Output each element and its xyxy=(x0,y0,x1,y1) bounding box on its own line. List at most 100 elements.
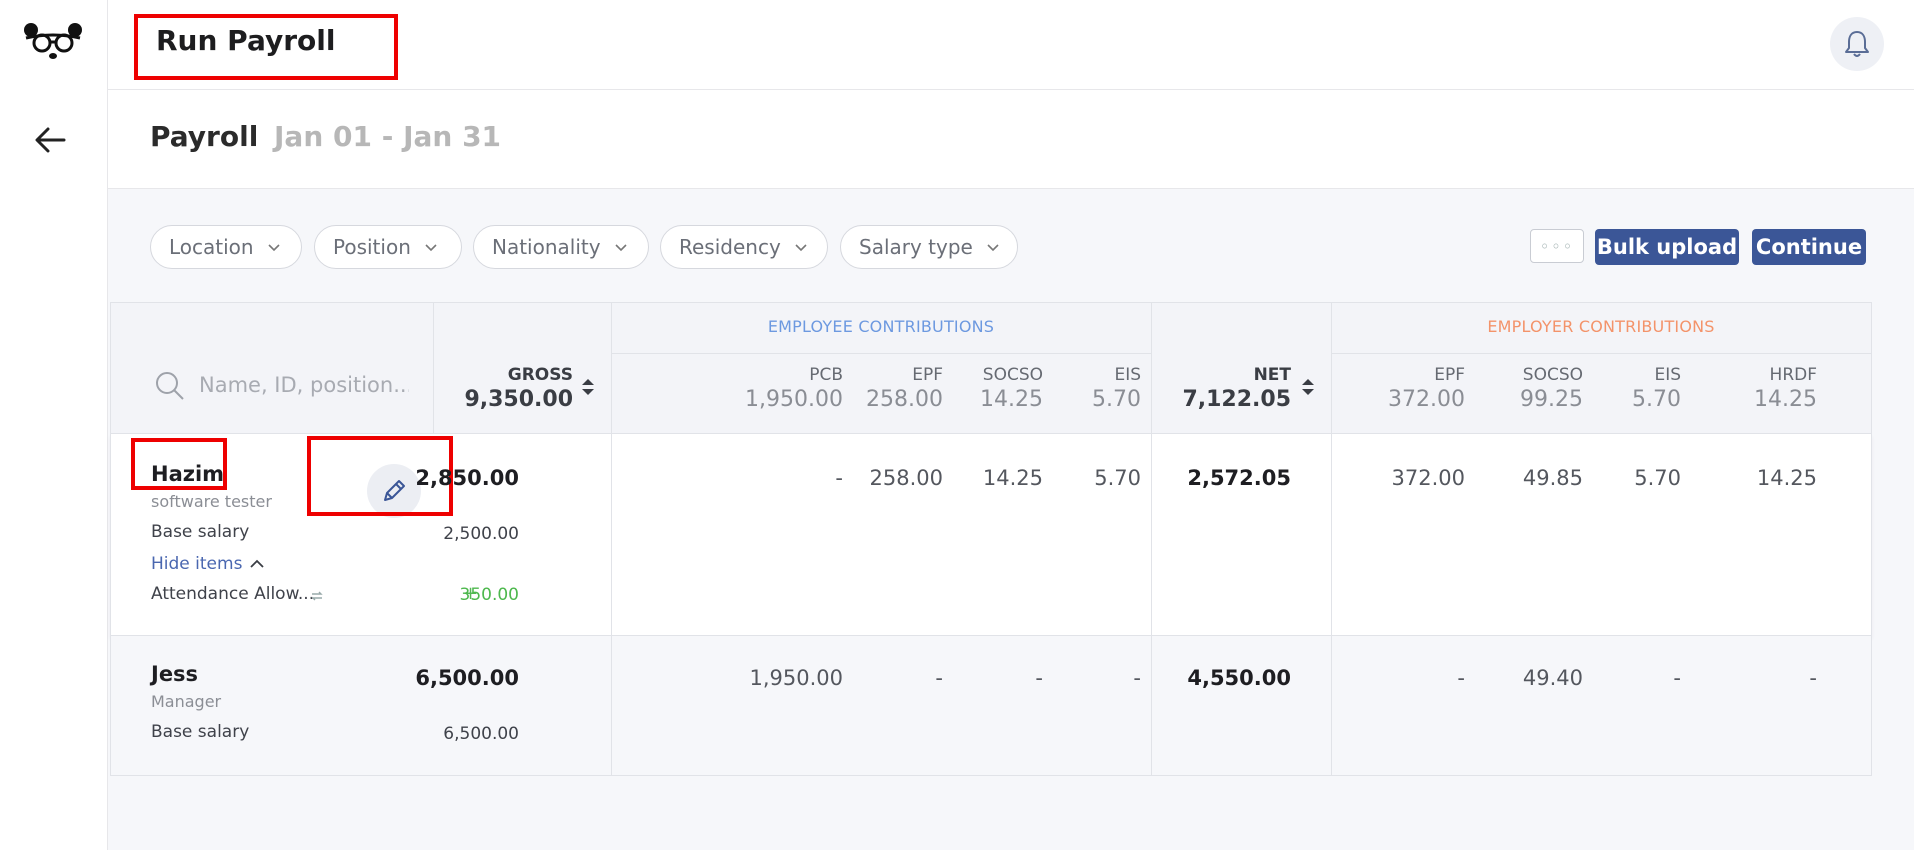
divider xyxy=(1151,303,1152,435)
divider xyxy=(611,353,1151,354)
search-input[interactable] xyxy=(199,369,409,401)
chevron-down-icon xyxy=(425,244,437,252)
base-salary-value: 6,500.00 xyxy=(443,724,519,744)
filter-position-label: Position xyxy=(333,235,411,259)
hide-items-label: Hide items xyxy=(151,554,243,574)
continue-button[interactable]: Continue xyxy=(1752,229,1866,265)
table-header: EMPLOYEE CONTRIBUTIONS EMPLOYER CONTRIBU… xyxy=(110,302,1872,435)
socso-total: 14.25 xyxy=(980,387,1043,412)
filter-residency-label: Residency xyxy=(679,235,781,259)
sort-icon[interactable] xyxy=(581,377,595,397)
eis-label: EIS xyxy=(1114,365,1141,385)
chevron-down-icon xyxy=(615,244,627,252)
epf-value: - xyxy=(935,666,943,690)
chevron-down-icon xyxy=(795,244,807,252)
employer-socso-label: SOCSO xyxy=(1522,365,1583,385)
allowance-label: Attendance Allow... xyxy=(151,584,315,604)
allowance-value: 350.00 xyxy=(459,585,519,605)
filter-salary-type-label: Salary type xyxy=(859,235,973,259)
employee-position: Manager xyxy=(151,692,222,711)
eis-total: 5.70 xyxy=(1092,387,1141,412)
pcb-value: 1,950.00 xyxy=(749,666,843,690)
back-arrow-icon[interactable] xyxy=(30,120,70,160)
filter-nationality-label: Nationality xyxy=(492,235,601,259)
filter-residency[interactable]: Residency xyxy=(660,225,828,269)
employer-eis-value: 5.70 xyxy=(1634,466,1681,490)
top-bar: Run Payroll xyxy=(108,0,1914,90)
highlight-box-name xyxy=(131,438,227,490)
socso-value: - xyxy=(1035,666,1043,690)
main-content: Location Position Nationality Residency … xyxy=(108,189,1914,850)
net-value: 4,550.00 xyxy=(1187,666,1291,690)
bulk-upload-button[interactable]: Bulk upload xyxy=(1595,229,1739,265)
employer-epf-column-header: EPF 372.00 xyxy=(1388,365,1465,412)
socso-label: SOCSO xyxy=(982,365,1043,385)
divider xyxy=(611,636,612,776)
filter-location[interactable]: Location xyxy=(150,225,302,269)
gross-value: 6,500.00 xyxy=(415,666,519,690)
filter-position[interactable]: Position xyxy=(314,225,462,269)
table-row[interactable]: Hazim software tester 2,850.00 Base sala… xyxy=(110,434,1872,636)
divider xyxy=(1871,636,1872,776)
recurring-icon xyxy=(311,591,323,601)
employer-socso-column-header: SOCSO 99.25 xyxy=(1520,365,1583,412)
pcb-value: - xyxy=(835,466,843,490)
divider xyxy=(1151,636,1152,776)
divider xyxy=(433,303,434,435)
panda-logo-icon xyxy=(24,23,82,59)
table-row[interactable]: Jess Manager 6,500.00 Base salary 6,500.… xyxy=(110,636,1872,776)
filter-salary-type[interactable]: Salary type xyxy=(840,225,1018,269)
employee-name[interactable]: Jess xyxy=(151,662,198,686)
employer-epf-label: EPF xyxy=(1434,365,1465,385)
divider xyxy=(1331,353,1871,354)
more-options-button[interactable]: ◦◦◦ xyxy=(1530,229,1584,263)
base-salary-value: 2,500.00 xyxy=(443,524,519,544)
epf-label: EPF xyxy=(912,365,943,385)
hrdf-column-header: HRDF 14.25 xyxy=(1754,365,1817,412)
divider xyxy=(1871,303,1872,435)
epf-total: 258.00 xyxy=(866,387,943,412)
employer-eis-label: EIS xyxy=(1654,365,1681,385)
hide-items-toggle[interactable]: Hide items xyxy=(151,554,266,574)
hrdf-label: HRDF xyxy=(1769,365,1817,385)
employee-position: software tester xyxy=(151,492,272,511)
employer-epf-value: - xyxy=(1457,666,1465,690)
socso-value: 14.25 xyxy=(982,466,1043,490)
gross-total: 9,350.00 xyxy=(464,387,573,412)
net-column-header: NET 7,122.05 xyxy=(1182,365,1291,412)
employer-epf-total: 372.00 xyxy=(1388,387,1465,412)
employer-socso-value: 49.40 xyxy=(1522,666,1583,690)
payroll-period: Jan 01 - Jan 31 xyxy=(274,120,502,153)
gross-label: GROSS xyxy=(507,365,573,385)
employer-socso-value: 49.85 xyxy=(1522,466,1583,490)
eis-column-header: EIS 5.70 xyxy=(1092,365,1141,412)
pcb-label: PCB xyxy=(809,365,843,385)
employer-eis-total: 5.70 xyxy=(1632,387,1681,412)
chevron-up-icon xyxy=(250,559,265,568)
gross-value: 2,850.00 xyxy=(415,466,519,490)
base-salary-label: Base salary xyxy=(151,722,250,742)
sort-icon[interactable] xyxy=(1301,377,1315,397)
net-value: 2,572.05 xyxy=(1187,466,1291,490)
employer-contributions-group: EMPLOYER CONTRIBUTIONS xyxy=(1487,317,1715,336)
search-icon xyxy=(156,372,184,400)
employer-eis-column-header: EIS 5.70 xyxy=(1632,365,1681,412)
notification-bell-icon[interactable] xyxy=(1830,17,1884,71)
filter-nationality[interactable]: Nationality xyxy=(473,225,649,269)
chevron-down-icon xyxy=(268,244,280,252)
divider xyxy=(1871,434,1872,636)
gross-column-header: GROSS 9,350.00 xyxy=(464,365,573,412)
divider xyxy=(611,434,612,636)
hrdf-total: 14.25 xyxy=(1754,387,1817,412)
payroll-header: Payroll Jan 01 - Jan 31 xyxy=(108,90,1914,189)
divider xyxy=(1151,434,1152,636)
left-rail xyxy=(0,0,108,850)
highlight-box-title xyxy=(134,14,398,80)
eis-value: 5.70 xyxy=(1094,466,1141,490)
employer-eis-value: - xyxy=(1673,666,1681,690)
filter-location-label: Location xyxy=(169,235,254,259)
employer-epf-value: 372.00 xyxy=(1391,466,1465,490)
pcb-total: 1,950.00 xyxy=(745,387,843,412)
pcb-column-header: PCB 1,950.00 xyxy=(745,365,843,412)
hrdf-value: 14.25 xyxy=(1756,466,1817,490)
